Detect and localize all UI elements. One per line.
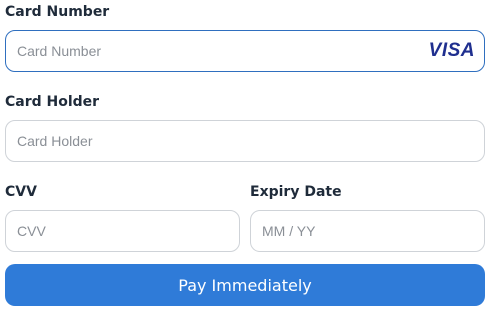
payment-form: Card Number VISA Card Holder CVV Expiry …	[0, 0, 490, 313]
expiry-date-field-wrapper	[250, 210, 485, 252]
card-holder-label: Card Holder	[5, 94, 100, 110]
card-holder-field-wrapper	[5, 120, 485, 162]
card-number-field-wrapper: VISA	[5, 30, 485, 72]
cvv-field-wrapper	[5, 210, 240, 252]
expiry-date-input[interactable]	[251, 211, 484, 251]
pay-immediately-button[interactable]: Pay Immediately	[5, 264, 485, 306]
card-holder-input[interactable]	[6, 121, 484, 161]
cvv-input[interactable]	[6, 211, 239, 251]
card-number-label: Card Number	[5, 4, 110, 20]
card-number-input[interactable]	[6, 31, 484, 71]
expiry-date-label: Expiry Date	[250, 184, 342, 200]
visa-logo: VISA	[428, 40, 475, 61]
cvv-label: CVV	[5, 184, 37, 200]
